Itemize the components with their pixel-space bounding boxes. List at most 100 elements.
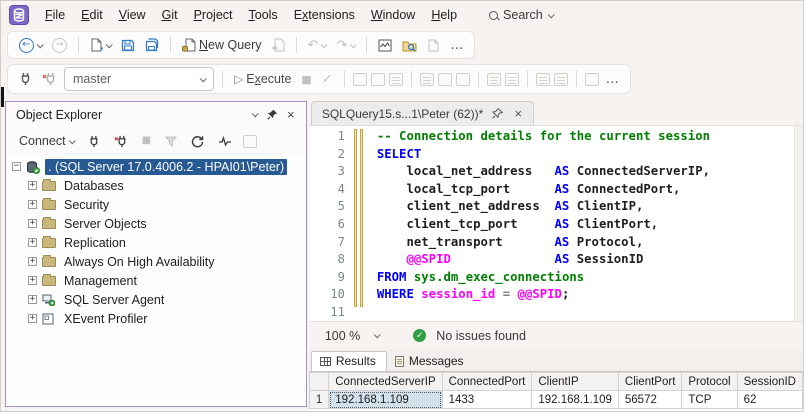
parse-button[interactable]: ✓ [319, 71, 336, 88]
column-header-sessionid[interactable]: SessionID [736, 372, 803, 391]
results-to-grid-icon[interactable] [437, 72, 452, 86]
database-selector[interactable]: master [64, 67, 214, 91]
find-in-files-button[interactable] [399, 37, 420, 54]
tree-expander[interactable]: + [28, 276, 37, 285]
tree-item-server-objects[interactable]: + Server Objects [6, 214, 306, 233]
connect-button[interactable] [16, 70, 35, 88]
tree-item-security[interactable]: + Security [6, 195, 306, 214]
tree-item-xevent-profiler[interactable]: + XEvent Profiler [6, 309, 306, 328]
oe-connect-server-button[interactable] [85, 133, 103, 150]
oe-refresh-button[interactable] [188, 133, 207, 150]
query-toolbar: master ▷ Execute ■ ✓ … [1, 61, 803, 97]
results-tab-results[interactable]: Results [310, 351, 387, 371]
pin-panel-button[interactable] [264, 106, 282, 124]
menu-tools[interactable]: Tools [241, 5, 286, 25]
menu-view[interactable]: View [111, 5, 154, 25]
grid-cell[interactable]: TCP [681, 390, 738, 409]
live-query-stats-icon[interactable] [370, 72, 385, 86]
sqlcmd-mode-icon[interactable] [584, 72, 599, 86]
navigate-forward-button[interactable]: → [49, 36, 70, 55]
undo-button[interactable]: ↶ [305, 37, 330, 54]
undo-icon: ↶ [307, 37, 319, 53]
menu-help[interactable]: Help [423, 5, 465, 25]
tree-expander[interactable]: + [28, 219, 37, 228]
toolbar-overflow-button[interactable]: … [447, 37, 466, 54]
open-query-button[interactable] [269, 36, 288, 54]
results-grid: ConnectedServerIP ConnectedPort ClientIP Cl… [308, 372, 803, 409]
menu-edit[interactable]: Edit [73, 5, 111, 25]
change-connection-button[interactable] [39, 70, 60, 88]
tree-expander[interactable]: − [12, 162, 21, 171]
column-header-clientport[interactable]: ClientPort [617, 372, 683, 391]
query-toolbar-overflow-button[interactable]: … [603, 71, 622, 88]
column-header-connectedport[interactable]: ConnectedPort [441, 372, 533, 391]
column-header-protocol[interactable]: Protocol [681, 372, 738, 391]
oe-stop-button[interactable]: ■ [139, 134, 154, 148]
tree-expander[interactable]: + [28, 181, 37, 190]
oe-disconnect-button[interactable] [111, 133, 131, 150]
column-header-clientip[interactable]: ClientIP [531, 372, 619, 391]
grid-cell[interactable]: 192.168.1.109 [531, 390, 619, 409]
pin-tab-button[interactable] [490, 107, 504, 121]
activity-monitor-button[interactable] [375, 37, 395, 54]
object-explorer-tree[interactable]: − . (SQL Server 17.0.4006.2 - HPAI01\Pete… [6, 155, 306, 406]
menu-file[interactable]: File [37, 5, 73, 25]
oe-disabled-tool-icon[interactable] [243, 134, 258, 148]
new-file-button[interactable] [87, 36, 114, 54]
menu-git[interactable]: Git [154, 5, 186, 25]
tree-item-server-root[interactable]: − . (SQL Server 17.0.4006.2 - HPAI01\Pete… [6, 157, 306, 176]
column-header-connectedserverip[interactable]: ConnectedServerIP [328, 372, 443, 391]
query-toolbar-group: master ▷ Execute ■ ✓ … [7, 64, 631, 94]
editor-scrollbar[interactable] [794, 126, 803, 321]
comment-selection-icon[interactable] [486, 72, 501, 86]
results-to-text-icon[interactable] [419, 72, 434, 86]
tree-expander[interactable]: + [28, 200, 37, 209]
separator [222, 71, 223, 87]
separator [410, 71, 412, 87]
tree-item-sql-server-agent[interactable]: + SQL Server Agent [6, 290, 306, 309]
tree-item-databases[interactable]: + Databases [6, 176, 306, 195]
search-control[interactable]: Search [481, 5, 561, 25]
grid-cell[interactable]: 62 [736, 390, 803, 409]
code-window-button[interactable] [424, 37, 443, 54]
save-button[interactable] [118, 36, 138, 54]
oe-activity-monitor-button[interactable] [215, 134, 235, 149]
decrease-indent-icon[interactable] [535, 72, 550, 86]
estimated-plan-icon[interactable] [352, 72, 367, 86]
oe-filter-button[interactable] [162, 134, 180, 149]
grid-cell[interactable]: 192.168.1.109 [328, 390, 443, 409]
close-panel-button[interactable]: × [282, 106, 300, 124]
tree-item-management[interactable]: + Management [6, 271, 306, 290]
zoom-selector[interactable]: 100 % [319, 327, 385, 345]
grid-cell[interactable]: 1433 [441, 390, 533, 409]
menu-project[interactable]: Project [186, 5, 241, 25]
tree-expander[interactable]: + [28, 314, 37, 323]
save-all-button[interactable] [142, 36, 162, 54]
navigate-back-button[interactable]: ← [16, 36, 45, 55]
row-number-cell[interactable]: 1 [308, 390, 330, 409]
tree-expander[interactable]: + [28, 257, 37, 266]
tree-item-replication[interactable]: + Replication [6, 233, 306, 252]
grid-corner-cell[interactable] [308, 372, 330, 391]
execute-button[interactable]: ▷ Execute [231, 70, 294, 88]
redo-button[interactable]: ↷ [333, 37, 358, 54]
query-tab[interactable]: SQLQuery15.s...1\Peter (62))* × [310, 101, 535, 125]
results-to-file-icon[interactable] [455, 72, 470, 86]
cancel-query-button[interactable]: ■ [298, 72, 314, 87]
code-editor[interactable]: 1 2 3 4 5 6 7 8 9 10 11 -- Connection details for … [308, 125, 803, 321]
uncomment-selection-icon[interactable] [504, 72, 519, 86]
increase-indent-icon[interactable] [553, 72, 568, 86]
line-number: 3 [337, 164, 345, 179]
panel-options-button[interactable] [246, 106, 264, 124]
tree-item-always-on-high-availability[interactable]: + Always On High Availability [6, 252, 306, 271]
tree-expander[interactable]: + [28, 295, 37, 304]
new-query-button[interactable]: New Query [179, 36, 265, 54]
client-statistics-icon[interactable] [388, 72, 403, 86]
menu-window[interactable]: Window [363, 5, 423, 25]
tree-expander[interactable]: + [28, 238, 37, 247]
close-tab-button[interactable]: × [511, 106, 525, 121]
results-tab-messages[interactable]: Messages [387, 352, 474, 371]
grid-cell[interactable]: 56572 [617, 390, 683, 409]
oe-connect-button[interactable]: Connect [16, 132, 77, 150]
menu-extensions[interactable]: Extensions [286, 5, 363, 25]
